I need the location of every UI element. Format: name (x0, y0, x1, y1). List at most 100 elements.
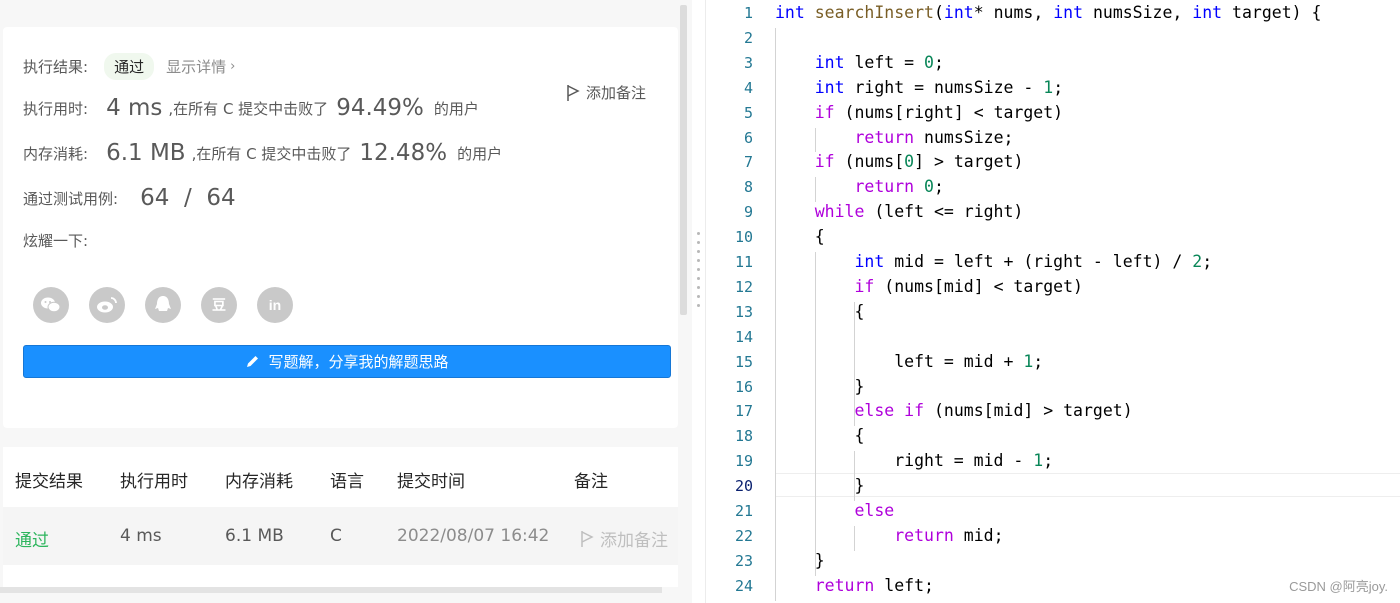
share-buttons: 豆 in (33, 287, 293, 323)
vertical-scrollbar[interactable] (680, 5, 687, 315)
flag-icon (581, 530, 594, 547)
weibo-icon[interactable] (89, 287, 125, 323)
line-number: 7 (743, 153, 753, 172)
qq-icon[interactable] (145, 287, 181, 323)
line-number: 18 (734, 427, 753, 446)
submission-panel: 执行结果: 通过 显示详情 › 添加备注 执行用时: 4 ms ,在所有 C 提… (0, 0, 692, 603)
write-solution-button[interactable]: 写题解，分享我的解题思路 (23, 345, 671, 378)
code-line[interactable]: { (775, 302, 864, 321)
line-number: 16 (734, 377, 753, 396)
testcases-value: 64 / 64 (140, 185, 236, 211)
watermark: CSDN @阿亮joy. (1289, 579, 1388, 594)
linkedin-icon[interactable]: in (257, 287, 293, 323)
code-editor[interactable]: 1 2 3 4 5 6 7 8 9 10 11 12 13 14 15 16 17 18 19 20 21 22 23 24 … (707, 0, 1400, 603)
code-line[interactable]: return left; (775, 576, 934, 595)
memory-value: 6.1 MB (106, 140, 186, 166)
line-number: 10 (734, 228, 753, 247)
horizontal-scrollbar[interactable] (0, 587, 662, 593)
line-number: 24 (734, 576, 753, 595)
wechat-icon[interactable] (33, 287, 69, 323)
testcases-row: 通过测试用例: 64 / 64 (23, 185, 236, 211)
runtime-label: 执行用时: (23, 99, 89, 118)
flag-icon (567, 84, 580, 101)
col-header-note: 备注 (574, 472, 608, 492)
line-number: 6 (743, 128, 753, 147)
col-header-language: 语言 (330, 472, 364, 492)
line-number: 22 (734, 526, 753, 545)
show-details-link[interactable]: 显示详情 › (166, 56, 235, 77)
line-number: 14 (734, 327, 753, 346)
linkedin-glyph: in (268, 297, 282, 313)
result-card: 执行结果: 通过 显示详情 › 添加备注 执行用时: 4 ms ,在所有 C 提… (3, 27, 678, 428)
code-line[interactable]: while (left <= right) (775, 202, 1024, 221)
memory-suffix: 的用户 (457, 144, 503, 163)
douban-glyph: 豆 (212, 297, 226, 313)
col-header-runtime: 执行用时 (120, 472, 188, 492)
panel-splitter[interactable] (692, 0, 706, 603)
line-number: 5 (743, 103, 753, 122)
line-number: 20 (734, 477, 753, 496)
runtime-suffix: 的用户 (433, 99, 479, 118)
drag-handle-icon[interactable] (697, 232, 700, 307)
memory-beat-text: ,在所有 C 提交中击败了 (191, 144, 352, 163)
code-line[interactable]: else if (nums[mid] > target) (775, 401, 1132, 420)
line-number: 23 (734, 551, 753, 570)
code-line[interactable]: if (nums[mid] < target) (775, 277, 1083, 296)
col-header-result: 提交结果 (15, 472, 83, 492)
line-number: 12 (734, 277, 753, 296)
code-line[interactable]: } (775, 377, 864, 396)
pencil-icon (247, 356, 259, 367)
line-number: 19 (734, 452, 753, 471)
code-line[interactable]: if (nums[right] < target) (775, 103, 1063, 122)
code-line[interactable]: int searchInsert(int* nums, int numsSize… (775, 3, 1321, 22)
code-line[interactable]: } (775, 476, 864, 495)
runtime-beat-text: ,在所有 C 提交中击败了 (168, 99, 329, 118)
row-memory: 6.1 MB (225, 526, 284, 546)
runtime-percent: 94.49% (336, 95, 424, 121)
memory-row: 内存消耗: 6.1 MB ,在所有 C 提交中击败了 12.48% 的用户 (23, 140, 502, 166)
code-line[interactable]: int right = numsSize - 1; (775, 78, 1063, 97)
row-language: C (330, 526, 342, 546)
memory-label: 内存消耗: (23, 144, 89, 163)
share-label-row: 炫耀一下: (23, 230, 88, 251)
exec-result-row: 执行结果: 通过 显示详情 › (23, 53, 235, 80)
chevron-right-icon: › (230, 59, 236, 74)
line-number: 2 (743, 28, 753, 47)
current-line-highlight (775, 473, 1400, 497)
row-result[interactable]: 通过 (15, 526, 49, 551)
line-number: 17 (734, 402, 753, 421)
col-header-time: 提交时间 (397, 472, 465, 492)
code-line[interactable]: return mid; (775, 526, 1003, 545)
douban-icon[interactable]: 豆 (201, 287, 237, 323)
code-line[interactable]: return 0; (775, 177, 943, 196)
exec-result-label: 执行结果: (23, 58, 89, 76)
row-add-note-label: 添加备注 (600, 531, 668, 551)
code-line[interactable]: { (775, 227, 825, 246)
code-line[interactable]: right = mid - 1; (775, 451, 1053, 470)
code-line[interactable]: if (nums[0] > target) (775, 152, 1024, 171)
row-runtime: 4 ms (120, 526, 162, 546)
code-line[interactable]: else (775, 501, 894, 520)
show-details-label: 显示详情 (166, 58, 227, 76)
testcases-label: 通过测试用例: (23, 189, 119, 208)
code-line[interactable]: int left = 0; (775, 53, 944, 72)
code-line[interactable]: { (775, 426, 864, 445)
line-number: 13 (734, 302, 753, 321)
submissions-table: 提交结果 执行用时 内存消耗 语言 提交时间 备注 通过 4 ms 6.1 MB… (3, 447, 678, 587)
code-line[interactable]: left = mid + 1; (775, 352, 1043, 371)
add-note-label: 添加备注 (586, 84, 647, 102)
code-line[interactable]: return numsSize; (775, 128, 1013, 147)
code-line[interactable]: } (775, 551, 825, 570)
col-header-memory: 内存消耗 (225, 472, 293, 492)
write-solution-label: 写题解，分享我的解题思路 (268, 353, 449, 371)
memory-percent: 12.48% (359, 140, 448, 166)
row-time: 2022/08/07 16:42 (397, 526, 550, 546)
line-number: 1 (743, 4, 753, 22)
line-number: 9 (743, 203, 753, 222)
status-badge: 通过 (104, 53, 155, 80)
add-note-button[interactable]: 添加备注 (566, 82, 646, 103)
row-add-note[interactable]: 添加备注 (580, 526, 668, 551)
table-row[interactable]: 通过 4 ms 6.1 MB C 2022/08/07 16:42 添加备注 (3, 507, 678, 565)
line-number: 11 (734, 253, 753, 271)
code-line[interactable]: int mid = left + (right - left) / 2; (775, 252, 1212, 271)
